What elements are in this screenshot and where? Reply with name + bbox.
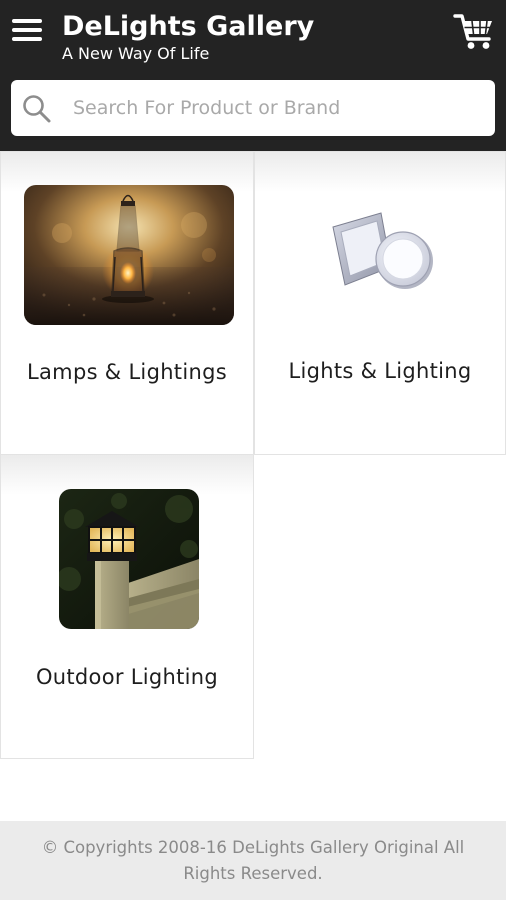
search-icon — [23, 95, 51, 123]
category-card-lights-lighting[interactable]: Lights & Lighting — [254, 151, 506, 455]
category-label: Outdoor Lighting — [35, 665, 219, 689]
category-card-outdoor-lighting[interactable]: Outdoor Lighting — [0, 454, 254, 759]
category-card-lamps-lightings[interactable]: Lamps & Lightings — [0, 151, 254, 455]
shopping-cart-icon — [453, 14, 492, 49]
hamburger-menu-icon — [12, 19, 42, 23]
category-label: Lights & Lighting — [288, 359, 472, 383]
outdoor-post-light-photo — [59, 489, 199, 629]
app-tagline: A New Way Of Life — [62, 44, 210, 63]
search-input[interactable] — [71, 88, 483, 128]
lantern-photo — [24, 185, 234, 325]
menu-button[interactable] — [10, 15, 46, 47]
copyright-text: © Copyrights 2008-16 DeLights Gallery Or… — [41, 838, 465, 883]
app-header: DeLights Gallery A New Way Of Life — [0, 0, 506, 151]
search-box — [11, 80, 495, 136]
category-label: Lamps & Lightings — [27, 360, 227, 384]
category-grid: Lamps & Lightings Lights & Lighting Outd… — [0, 151, 506, 821]
cart-button[interactable] — [452, 12, 496, 52]
app-title: DeLights Gallery — [62, 11, 315, 42]
footer: © Copyrights 2008-16 DeLights Gallery Or… — [0, 821, 506, 900]
panel-lights-photo — [321, 205, 441, 305]
